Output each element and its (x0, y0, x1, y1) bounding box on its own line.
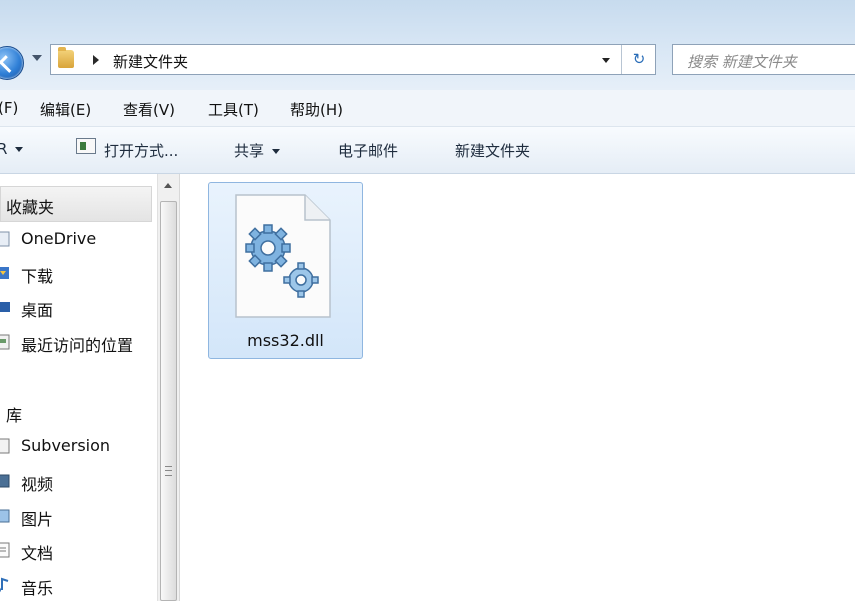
libraries-header[interactable]: 库 (6, 402, 22, 426)
documents-library-icon (0, 542, 10, 558)
desktop-icon (0, 302, 10, 312)
menu-bar: (F) 编辑(E) 查看(V) 工具(T) 帮助(H) (0, 90, 855, 127)
nav-pane-scrollbar[interactable] (157, 174, 180, 601)
command-bar: R 打开方式... 共享 电子邮件 新建文件夹 (0, 127, 855, 174)
sidebar-item-subversion[interactable]: Subversion (21, 436, 110, 455)
recent-places-icon (0, 334, 10, 350)
address-history-dropdown-icon[interactable] (602, 58, 610, 63)
email-button[interactable]: 电子邮件 (338, 140, 398, 161)
search-input[interactable]: 搜索 新建文件夹 (672, 44, 855, 75)
videos-library-icon (0, 474, 10, 488)
menu-tools[interactable]: 工具(T) (208, 99, 259, 120)
sidebar-item-recent-places[interactable]: 最近访问的位置 (21, 332, 133, 356)
menu-view[interactable]: 查看(V) (123, 99, 175, 120)
recent-pages-dropdown-icon[interactable] (32, 55, 42, 61)
search-placeholder: 搜索 新建文件夹 (687, 53, 797, 71)
pictures-library-icon (0, 509, 10, 523)
share-label: 共享 (234, 142, 265, 160)
organize-label: R (0, 140, 8, 158)
breadcrumb-chevron-icon[interactable] (93, 55, 99, 65)
sidebar-item-music[interactable]: 音乐 (21, 575, 53, 599)
sidebar-item-documents[interactable]: 文档 (21, 540, 53, 564)
open-with-button[interactable]: 打开方式... (104, 140, 178, 161)
sidebar-item-desktop[interactable]: 桌面 (21, 297, 53, 321)
folder-icon (58, 47, 74, 68)
sidebar-item-videos[interactable]: 视频 (21, 471, 53, 495)
organize-button[interactable]: R (0, 140, 24, 158)
refresh-button[interactable]: ↻ (621, 45, 656, 74)
grip-icon (165, 466, 172, 476)
scrollbar-thumb[interactable] (160, 201, 177, 601)
new-folder-button[interactable]: 新建文件夹 (455, 140, 530, 161)
downloads-icon (0, 267, 9, 279)
share-dropdown-icon (272, 149, 281, 154)
scroll-up-icon[interactable] (164, 183, 172, 188)
sidebar-item-pictures[interactable]: 图片 (21, 506, 53, 530)
organize-dropdown-icon (15, 147, 24, 152)
dll-gear-icon (235, 194, 331, 318)
share-button[interactable]: 共享 (234, 140, 281, 161)
menu-edit[interactable]: 编辑(E) (40, 99, 91, 120)
sidebar-item-onedrive[interactable]: OneDrive (21, 229, 96, 248)
open-with-icon (76, 138, 96, 154)
file-name-label: mss32.dll (247, 331, 324, 350)
address-field[interactable]: 新建文件夹 ↻ (50, 44, 656, 75)
menu-help[interactable]: 帮助(H) (290, 99, 343, 120)
sidebar-item-downloads[interactable]: 下载 (21, 263, 53, 287)
menu-file[interactable]: (F) (0, 99, 18, 117)
subversion-library-icon (0, 438, 10, 454)
onedrive-icon (0, 231, 10, 247)
breadcrumb-current-folder[interactable]: 新建文件夹 (113, 51, 188, 72)
music-library-icon (0, 577, 9, 593)
favorites-header[interactable]: 收藏夹 (6, 194, 54, 218)
